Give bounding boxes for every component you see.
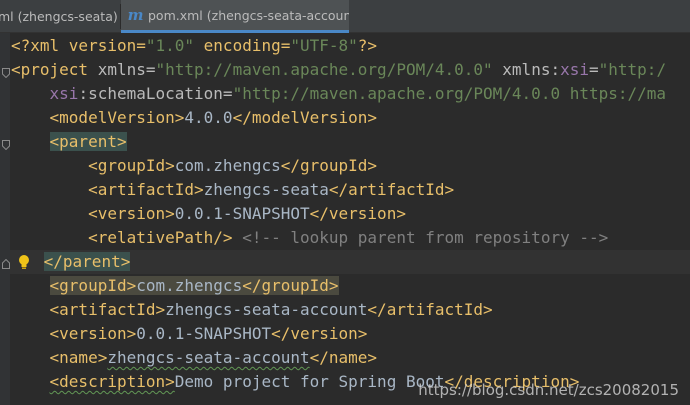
code-line-current: </parent> (10, 250, 690, 274)
watermark: https://blog.csdn.net/zcs20082015 (418, 381, 679, 399)
maven-icon: m (127, 6, 144, 24)
code-line: <modelVersion>4.0.0</modelVersion> (49, 108, 378, 127)
tab-label: ml (zhengcs-seata) (0, 9, 118, 24)
code-line: <artifactId>zhengcs-seata</artifactId> (88, 180, 455, 199)
tab-label: pom.xml (zhengcs-seata-account) (148, 7, 349, 23)
tab-zhengcs-seata[interactable]: ml (zhengcs-seata) (0, 0, 120, 33)
code-line: <relativePath/> <!-- lookup parent from … (88, 228, 609, 247)
code-line: <artifactId>zhengcs-seata-account</artif… (49, 300, 493, 319)
code-line: <?xml version="1.0" encoding="UTF-8"?> (11, 36, 378, 55)
lightbulb-icon[interactable] (17, 254, 31, 270)
code-editor[interactable]: <?xml version="1.0" encoding="UTF-8"?> <… (0, 33, 690, 405)
fold-icon[interactable] (2, 140, 10, 150)
code-line: <name>zhengcs-seata-account</name> (49, 348, 378, 367)
code-line: <groupId>com.zhengcs</groupId> (88, 156, 378, 175)
fold-icon[interactable] (2, 68, 10, 78)
code-line: <groupId>com.zhengcs</groupId> (49, 276, 339, 295)
editor-tab-bar: ml (zhengcs-seata) m pom.xml (zhengcs-se… (0, 0, 690, 33)
gutter (0, 33, 10, 405)
code-line: <version>0.0.1-SNAPSHOT</version> (88, 204, 406, 223)
code-line: <parent> (49, 132, 127, 151)
code-line: xsi:schemaLocation="http://maven.apache.… (49, 84, 667, 103)
tab-pom-xml-active[interactable]: m pom.xml (zhengcs-seata-account) ✕ (121, 0, 349, 33)
code-line: <project xmlns="http://maven.apache.org/… (11, 60, 667, 79)
code-line: <version>0.0.1-SNAPSHOT</version> (49, 324, 368, 343)
fold-end-icon[interactable] (2, 259, 10, 269)
